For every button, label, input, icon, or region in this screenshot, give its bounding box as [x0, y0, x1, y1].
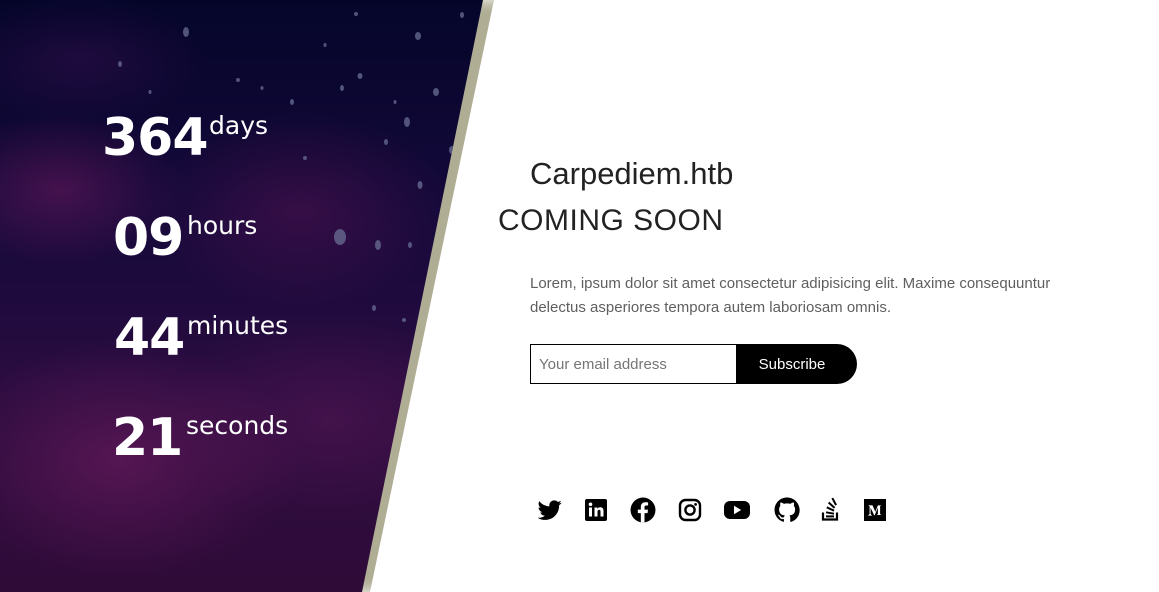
coming-soon-page: 364 days 09 hours 44 minutes 21 seconds … [0, 0, 1159, 592]
linkedin-icon[interactable] [582, 496, 610, 524]
github-icon[interactable] [773, 496, 801, 524]
minutes-value: 44 [114, 308, 185, 368]
coming-soon-heading: COMING SOON [498, 204, 724, 237]
hours-value: 09 [113, 208, 184, 268]
days-value: 364 [102, 108, 209, 168]
stackoverflow-icon[interactable] [817, 496, 845, 524]
subscribe-button[interactable]: Subscribe [737, 344, 857, 384]
hours-unit: hours [187, 211, 258, 240]
facebook-icon[interactable] [629, 496, 657, 524]
seconds-unit: seconds [186, 411, 289, 440]
days-unit: days [209, 111, 269, 140]
minutes-unit: minutes [187, 311, 289, 340]
instagram-icon[interactable] [676, 496, 704, 524]
medium-icon[interactable] [861, 496, 889, 524]
twitter-icon[interactable] [536, 496, 564, 524]
subscribe-form: Subscribe [530, 344, 857, 384]
description-text: Lorem, ipsum dolor sit amet consectetur … [530, 275, 1051, 316]
youtube-icon[interactable] [723, 496, 751, 524]
site-title: Carpediem.htb [530, 156, 734, 191]
email-input[interactable] [530, 344, 737, 384]
seconds-value: 21 [112, 408, 183, 468]
